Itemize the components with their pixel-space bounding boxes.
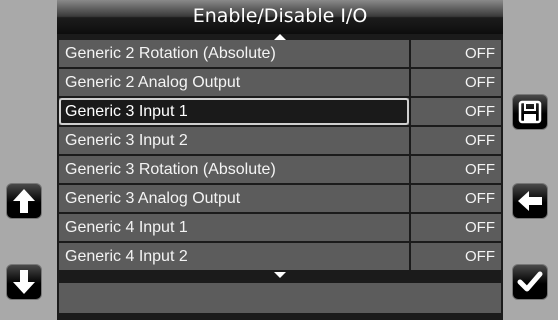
page-title: Enable/Disable I/O — [57, 0, 503, 34]
list-item[interactable]: Generic 4 Input 2 OFF — [59, 243, 501, 270]
floppy-disk-icon — [518, 100, 542, 124]
confirm-button[interactable] — [512, 264, 548, 300]
io-state-toggle[interactable]: OFF — [411, 185, 501, 212]
list-item-selected[interactable]: Generic 3 Input 1 OFF — [59, 98, 501, 125]
arrow-down-icon — [12, 269, 36, 295]
back-button[interactable] — [512, 183, 548, 219]
io-name: Generic 3 Analog Output — [65, 190, 241, 207]
list-item[interactable]: Generic 3 Rotation (Absolute) OFF — [59, 156, 501, 183]
io-list: Generic 2 Rotation (Absolute) OFF Generi… — [59, 40, 501, 272]
list-item[interactable]: Generic 4 Input 1 OFF — [59, 214, 501, 241]
arrow-left-icon — [517, 190, 543, 212]
list-footer — [59, 283, 501, 313]
io-name: Generic 2 Rotation (Absolute) — [65, 45, 276, 62]
scroll-up-button[interactable] — [6, 183, 42, 219]
list-item[interactable]: Generic 3 Analog Output OFF — [59, 185, 501, 212]
io-state-toggle[interactable]: OFF — [411, 40, 501, 67]
io-state-toggle[interactable]: OFF — [411, 214, 501, 241]
io-state-toggle[interactable]: OFF — [411, 156, 501, 183]
io-name: Generic 2 Analog Output — [65, 74, 241, 91]
list-item[interactable]: Generic 3 Input 2 OFF — [59, 127, 501, 154]
io-state-toggle[interactable]: OFF — [411, 69, 501, 96]
io-panel: Enable/Disable I/O Generic 2 Rotation (A… — [57, 0, 503, 320]
save-button[interactable] — [512, 94, 548, 130]
io-state-toggle[interactable]: OFF — [411, 243, 501, 270]
io-state-toggle[interactable]: OFF — [411, 98, 501, 125]
io-name: Generic 3 Rotation (Absolute) — [65, 161, 276, 178]
list-item[interactable]: Generic 2 Rotation (Absolute) OFF — [59, 40, 501, 67]
checkmark-icon — [517, 271, 543, 293]
io-state-toggle[interactable]: OFF — [411, 127, 501, 154]
io-name: Generic 3 Input 1 — [59, 98, 409, 125]
arrow-up-icon — [12, 188, 36, 214]
io-name: Generic 4 Input 1 — [65, 219, 188, 236]
scroll-down-indicator-icon — [274, 272, 286, 278]
scroll-down-button[interactable] — [6, 264, 42, 300]
io-name: Generic 3 Input 2 — [65, 132, 188, 149]
list-item[interactable]: Generic 2 Analog Output OFF — [59, 69, 501, 96]
io-name: Generic 4 Input 2 — [65, 248, 188, 265]
